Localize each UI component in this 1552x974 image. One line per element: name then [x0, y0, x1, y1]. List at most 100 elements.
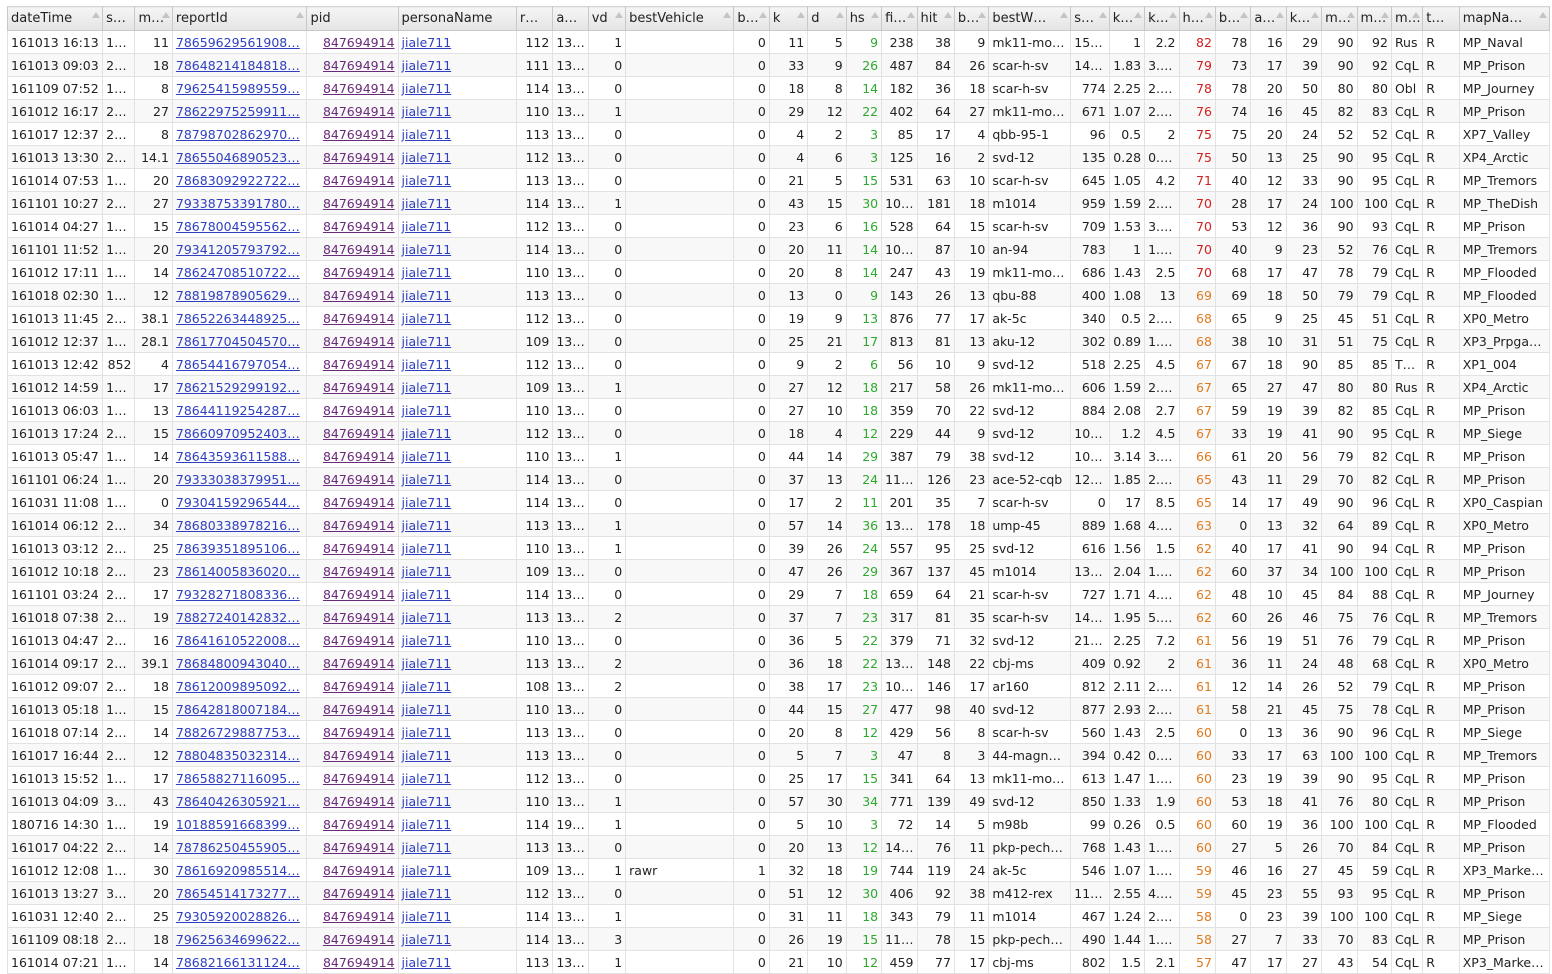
- cell-personaName[interactable]: jiale711: [397, 398, 517, 422]
- cell-personaName[interactable]: jiale711: [397, 99, 517, 123]
- cell-pid[interactable]: 847694914: [306, 513, 399, 537]
- column-header-kdr[interactable]: kdr: [1144, 6, 1180, 31]
- cell-pid[interactable]: 847694914: [306, 858, 399, 882]
- cell-reportId[interactable]: 78622975259911…: [171, 99, 308, 123]
- column-header-reportId[interactable]: reportId: [171, 6, 308, 31]
- cell-personaName[interactable]: jiale711: [397, 766, 517, 790]
- cell-reportId[interactable]: 79328271808336…: [171, 582, 308, 606]
- cell-reportId[interactable]: 78680338978216…: [171, 513, 308, 537]
- column-header-k[interactable]: k: [768, 6, 809, 31]
- cell-personaName[interactable]: jiale711: [397, 927, 517, 951]
- column-header-mod[interactable]: mod: [1390, 6, 1424, 31]
- cell-pid[interactable]: 847694914: [306, 582, 399, 606]
- cell-personaName[interactable]: jiale711: [397, 283, 517, 307]
- table-row[interactable]: 161101 11:52 1977 20 79341205793792… 8476949…: [6, 237, 1551, 261]
- cell-reportId[interactable]: 78655046890523…: [171, 145, 308, 169]
- table-row[interactable]: 161017 04:22 2110 14 78786250455905… 8476949…: [6, 835, 1551, 859]
- column-header-vd[interactable]: vd: [587, 6, 627, 31]
- cell-personaName[interactable]: jiale711: [397, 53, 517, 77]
- cell-reportId[interactable]: 78786250455905…: [171, 835, 308, 859]
- table-row[interactable]: 161109 07:52 1182 8 79625415989559… 84769491…: [6, 76, 1551, 100]
- cell-reportId[interactable]: 78819878905629…: [171, 283, 308, 307]
- cell-personaName[interactable]: jiale711: [397, 697, 517, 721]
- cell-reportId[interactable]: 78659629561908…: [171, 30, 308, 54]
- table-row[interactable]: 161109 08:18 2223 18 79625634699622… 8476949…: [6, 927, 1551, 951]
- cell-reportId[interactable]: 78641610522008…: [171, 628, 308, 652]
- cell-reportId[interactable]: 79304159296544…: [171, 490, 308, 514]
- cell-pid[interactable]: 847694914: [306, 490, 399, 514]
- cell-reportId[interactable]: 78678004595562…: [171, 214, 308, 238]
- table-row[interactable]: 161018 02:30 1635 12 78819878905629… 8476949…: [6, 283, 1551, 307]
- cell-pid[interactable]: 847694914: [306, 743, 399, 767]
- cell-reportId[interactable]: 78798702862970…: [171, 122, 308, 146]
- table-row[interactable]: 161031 11:08 1269 0 79304159296544… 84769491…: [6, 490, 1551, 514]
- cell-pid[interactable]: 847694914: [306, 444, 399, 468]
- cell-personaName[interactable]: jiale711: [397, 536, 517, 560]
- table-row[interactable]: 161013 13:27 3298 20 78654514173277… 8476949…: [6, 881, 1551, 905]
- table-row[interactable]: 161013 12:42 852 4 78654416797054… 847694914…: [6, 352, 1551, 376]
- column-header-d[interactable]: d: [807, 6, 847, 31]
- cell-personaName[interactable]: jiale711: [397, 605, 517, 629]
- cell-reportId[interactable]: 78652263448925…: [171, 306, 308, 330]
- cell-reportId[interactable]: 78804835032314…: [171, 743, 308, 767]
- column-header-dateTime[interactable]: dateTime: [6, 6, 104, 31]
- cell-personaName[interactable]: jiale711: [397, 467, 517, 491]
- cell-reportId[interactable]: 78643593611588…: [171, 444, 308, 468]
- column-header-age[interactable]: age: [552, 6, 589, 31]
- table-row[interactable]: 161012 12:08 1804 30 78616920985514… 8476949…: [6, 858, 1551, 882]
- cell-pid[interactable]: 847694914: [306, 237, 399, 261]
- table-row[interactable]: 161013 09:03 2465 18 78648214184818… 8476949…: [6, 53, 1551, 77]
- table-row[interactable]: 161014 07:21 1798 14 78682166131124… 8476949…: [6, 950, 1551, 974]
- cell-reportId[interactable]: 78654514173277…: [171, 881, 308, 905]
- cell-pid[interactable]: 847694914: [306, 214, 399, 238]
- column-header-ssss[interactable]: ssss: [102, 6, 136, 31]
- cell-personaName[interactable]: jiale711: [397, 76, 517, 100]
- cell-pid[interactable]: 847694914: [306, 697, 399, 721]
- cell-personaName[interactable]: jiale711: [397, 651, 517, 675]
- column-header-bestW[interactable]: bestW…: [988, 6, 1072, 31]
- table-row[interactable]: 161031 12:40 2587 25 79305920028826… 8476949…: [6, 904, 1551, 928]
- cell-reportId[interactable]: 78648214184818…: [171, 53, 308, 77]
- column-header-bvk[interactable]: bvk: [733, 6, 770, 31]
- column-header-kph[interactable]: kph: [1285, 6, 1323, 31]
- cell-personaName[interactable]: jiale711: [397, 743, 517, 767]
- table-row[interactable]: 161012 12:37 1680 28.1 78617704504570… 84769…: [6, 329, 1551, 353]
- cell-personaName[interactable]: jiale711: [397, 352, 517, 376]
- cell-reportId[interactable]: 78658827116095…: [171, 766, 308, 790]
- cell-reportId[interactable]: 79338753391780…: [171, 191, 308, 215]
- cell-reportId[interactable]: 78616920985514…: [171, 858, 308, 882]
- table-row[interactable]: 161013 13:30 2190 14.1 78655046890523… 84769…: [6, 145, 1551, 169]
- table-row[interactable]: 161013 16:13 1054 11 78659629561908… 8476949…: [6, 30, 1551, 54]
- table-row[interactable]: 161017 12:37 2087 8 78798702862970… 84769491…: [6, 122, 1551, 146]
- column-header-type[interactable]: type: [1422, 6, 1460, 31]
- cell-personaName[interactable]: jiale711: [397, 858, 517, 882]
- table-row[interactable]: 161013 05:47 1727 14 78643593611588… 8476949…: [6, 444, 1551, 468]
- table-row[interactable]: 161012 14:59 1048 17 78621529299192… 8476949…: [6, 375, 1551, 399]
- cell-reportId[interactable]: 79625634699622…: [171, 927, 308, 951]
- cell-pid[interactable]: 847694914: [306, 720, 399, 744]
- cell-pid[interactable]: 847694914: [306, 30, 399, 54]
- cell-pid[interactable]: 847694914: [306, 628, 399, 652]
- cell-personaName[interactable]: jiale711: [397, 812, 517, 836]
- cell-reportId[interactable]: 78827240142832…: [171, 605, 308, 629]
- column-header-pid[interactable]: pid: [306, 6, 399, 31]
- cell-reportId[interactable]: 79333038379951…: [171, 467, 308, 491]
- cell-pid[interactable]: 847694914: [306, 191, 399, 215]
- column-header-rank[interactable]: rank: [515, 6, 554, 31]
- cell-personaName[interactable]: jiale711: [397, 835, 517, 859]
- cell-pid[interactable]: 847694914: [306, 122, 399, 146]
- cell-personaName[interactable]: jiale711: [397, 329, 517, 353]
- cell-personaName[interactable]: jiale711: [397, 628, 517, 652]
- table-row[interactable]: 180716 14:30 1494 19 10188591668399… 8476949…: [6, 812, 1551, 836]
- cell-pid[interactable]: 847694914: [306, 99, 399, 123]
- column-header-acc[interactable]: acc: [1250, 6, 1287, 31]
- column-header-spm[interactable]: spm: [1070, 6, 1110, 31]
- cell-pid[interactable]: 847694914: [306, 927, 399, 951]
- cell-reportId[interactable]: 10188591668399…: [171, 812, 308, 836]
- table-row[interactable]: 161012 17:11 1375 14 78624708510722… 8476949…: [6, 260, 1551, 284]
- cell-personaName[interactable]: jiale711: [397, 513, 517, 537]
- cell-pid[interactable]: 847694914: [306, 53, 399, 77]
- cell-reportId[interactable]: 78640426305921…: [171, 789, 308, 813]
- cell-pid[interactable]: 847694914: [306, 329, 399, 353]
- column-header-min[interactable]: min: [134, 6, 173, 31]
